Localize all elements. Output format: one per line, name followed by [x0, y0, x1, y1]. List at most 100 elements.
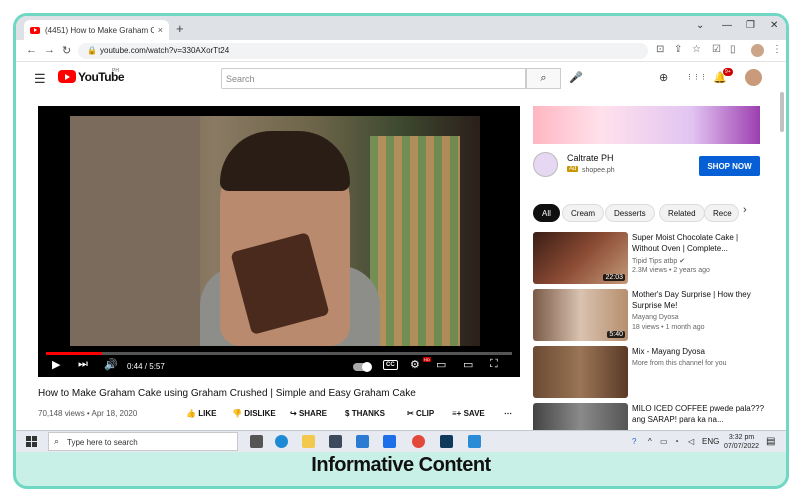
rec-item[interactable]: 22:03 Super Moist Chocolate Cake | Witho…	[533, 232, 769, 284]
windows-taskbar: ⌕ Type here to search ? ^ ▭ ◔ ◁ ENG 3:32…	[16, 430, 786, 452]
task-view-icon[interactable]	[250, 435, 263, 448]
progress-fill	[46, 352, 102, 355]
store-icon[interactable]	[329, 435, 342, 448]
url-field[interactable]: 🔒 youtube.com/watch?v=330AXorTt24	[78, 43, 648, 59]
side-panel-icon[interactable]: ▯	[730, 44, 736, 55]
rec-item[interactable]: MILO ICED COFFEE pwede pala???ang SARAP!…	[533, 403, 769, 430]
video-player[interactable]: ▶ ⏭ 🔊 0:44 / 5:57 CC ⚙ HD ▭ ▭ ⛶	[38, 106, 520, 377]
more-actions-icon[interactable]: ⋯	[504, 409, 512, 418]
back-button[interactable]: ←	[26, 44, 37, 56]
chip-cream[interactable]: Cream	[562, 204, 605, 222]
chrome-icon[interactable]	[412, 435, 425, 448]
dislike-label: DISLIKE	[244, 409, 276, 418]
miniplayer-button[interactable]: ▭	[436, 358, 446, 371]
browser-tab[interactable]: (4451) How to Make Graham Ca ×	[24, 20, 169, 40]
fullscreen-button[interactable]: ⛶	[490, 358, 498, 371]
close-window-button[interactable]: ✕	[770, 20, 778, 31]
settings-button[interactable]: ⚙	[410, 358, 420, 371]
minimize-button[interactable]: —	[722, 20, 732, 31]
network-icon[interactable]: ◔	[674, 437, 679, 446]
video-meta: 70,148 views • Apr 18, 2020	[38, 409, 138, 418]
browser-menu-icon[interactable]: ⋮	[772, 44, 782, 55]
clock-date: 07/07/2022	[724, 443, 760, 450]
chip-recent[interactable]: Rece	[704, 204, 739, 222]
notification-center-icon[interactable]: ▤	[766, 436, 775, 447]
save-button[interactable]: ≡+ SAVE	[452, 409, 485, 418]
new-tab-button[interactable]: +	[176, 21, 184, 36]
file-explorer-icon[interactable]	[302, 435, 315, 448]
rec-title[interactable]: Super Moist Chocolate Cake | Without Ove…	[632, 232, 767, 254]
install-icon[interactable]: ⊡	[656, 44, 664, 55]
ad-name[interactable]: Caltrate PH	[567, 153, 614, 163]
rec-thumbnail[interactable]	[533, 403, 628, 430]
video-frame[interactable]	[70, 116, 480, 346]
clip-label: CLIP	[415, 409, 435, 418]
page-scrollbar[interactable]	[780, 92, 784, 132]
app-icon[interactable]	[440, 435, 453, 448]
account-avatar[interactable]	[745, 69, 762, 86]
like-button[interactable]: 👍 LIKE	[186, 409, 216, 418]
thanks-button[interactable]: $ THANKS	[345, 409, 385, 418]
create-icon[interactable]: ⊕	[659, 71, 668, 84]
help-icon[interactable]: ?	[632, 437, 636, 446]
rec-thumbnail[interactable]	[533, 346, 628, 398]
tab-search-icon[interactable]: ⌄	[696, 20, 704, 31]
next-button[interactable]: ⏭	[78, 358, 88, 371]
forward-button[interactable]: →	[44, 44, 55, 56]
bookmark-star-icon[interactable]: ☆	[692, 44, 701, 55]
extensions-icon[interactable]: ☑	[712, 44, 721, 55]
share-label: SHARE	[298, 409, 327, 418]
rec-title[interactable]: Mix - Mayang Dyosa	[632, 346, 767, 357]
ad-banner[interactable]	[533, 106, 760, 144]
ad-logo[interactable]	[533, 152, 558, 177]
mic-icon[interactable]: 🎤	[569, 71, 583, 84]
clip-button[interactable]: ✂ CLIP	[407, 409, 434, 418]
tray-chevron-icon[interactable]: ^	[648, 437, 652, 446]
taskbar-search-input[interactable]: ⌕ Type here to search	[48, 432, 238, 451]
share-icon[interactable]: ⇪	[674, 44, 682, 55]
theater-button[interactable]: ▭	[463, 358, 473, 371]
chips-next-icon[interactable]: ›	[743, 204, 747, 216]
chip-all[interactable]: All	[533, 204, 560, 222]
rec-item[interactable]: 5:40 Mother's Day Surprise | How they Su…	[533, 289, 769, 341]
shop-now-button[interactable]: SHOP NOW	[699, 156, 760, 176]
progress-bar[interactable]	[46, 352, 512, 355]
battery-icon[interactable]: ▭	[660, 437, 668, 446]
profile-avatar[interactable]	[751, 44, 764, 57]
menu-icon[interactable]: ☰	[34, 71, 46, 87]
rec-thumbnail[interactable]: 5:40	[533, 289, 628, 341]
rec-title[interactable]: Mother's Day Surprise | How they Surpris…	[632, 289, 767, 311]
autoplay-toggle[interactable]	[353, 362, 372, 372]
rec-thumbnail[interactable]: 22:03	[533, 232, 628, 284]
play-button[interactable]: ▶	[52, 358, 60, 371]
maximize-button[interactable]: ❐	[746, 20, 755, 31]
windows-start-icon[interactable]	[26, 436, 37, 447]
rec-channel[interactable]: Mayang Dyosa	[632, 314, 679, 321]
rec-item[interactable]: Mix - Mayang Dyosa More from this channe…	[533, 346, 769, 398]
youtube-logo-icon[interactable]	[58, 70, 76, 83]
volume-button[interactable]: 🔊	[104, 358, 118, 371]
frame: (4451) How to Make Graham Ca × + ⌄ — ❐ ✕…	[13, 13, 789, 489]
dislike-button[interactable]: 👎 DISLIKE	[232, 409, 276, 418]
search-input[interactable]: Search	[221, 68, 526, 89]
mail-icon[interactable]	[356, 435, 369, 448]
apps-icon[interactable]: ⋮⋮⋮	[686, 73, 707, 81]
captions-button[interactable]: CC	[383, 360, 398, 370]
ad-tag: Ad	[567, 166, 579, 172]
youtube-header: ☰ YouTube PH Search ⌕ 🎤 ⊕ ⋮⋮⋮ 🔔 9+	[16, 62, 786, 92]
reload-button[interactable]: ↻	[62, 44, 71, 57]
dropbox-icon[interactable]	[383, 435, 396, 448]
chip-related[interactable]: Related	[659, 204, 705, 222]
rec-channel-name: Tipid Tips atbp	[632, 258, 678, 265]
rec-channel[interactable]: Tipid Tips atbp ✔	[632, 257, 685, 265]
photos-icon[interactable]	[468, 435, 481, 448]
edge-icon[interactable]	[275, 435, 288, 448]
search-button[interactable]: ⌕	[526, 68, 561, 89]
language-indicator[interactable]: ENG	[702, 437, 719, 446]
clock[interactable]: 3:32 pm 07/07/2022	[724, 433, 759, 451]
rec-title[interactable]: MILO ICED COFFEE pwede pala???ang SARAP!…	[632, 403, 767, 425]
tab-close-icon[interactable]: ×	[158, 25, 163, 35]
chip-desserts[interactable]: Desserts	[605, 204, 655, 222]
share-button[interactable]: ↪ SHARE	[290, 409, 327, 418]
volume-icon[interactable]: ◁	[688, 437, 694, 446]
